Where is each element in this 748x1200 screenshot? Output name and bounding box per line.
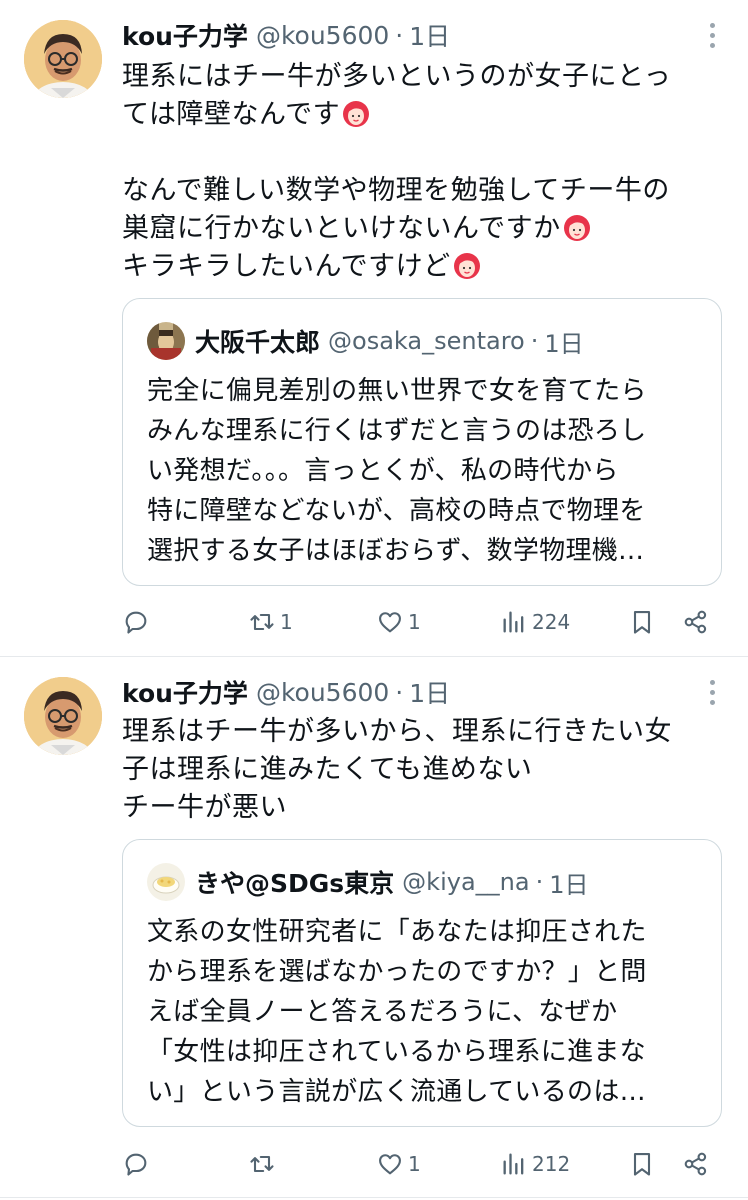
tweet-text-line: チー牛が悪い (122, 792, 287, 823)
quoted-text-line: みんな理系に行くはずだと言うのは恐ろし (147, 416, 647, 446)
more-icon[interactable] (702, 675, 722, 709)
views-button[interactable]: 212 (500, 1144, 570, 1184)
tweet-text-line: ては障壁なんです (122, 99, 341, 130)
tweet-text-line: なんで難しい数学や物理を勉強してチー牛の (122, 175, 670, 206)
bookmark-icon (633, 611, 651, 634)
quoted-text-line: 特に障壁などないが、高校の時点で物理を (147, 496, 646, 526)
quoted-tweet-header: 大阪千太郎 @osaka_sentaro · 1日 (147, 321, 584, 361)
retweet-button[interactable]: 1 (248, 602, 293, 642)
share-icon (684, 610, 707, 634)
tweet-text-line: 理系はチー牛が多いから、理系に行きたい女 (122, 716, 672, 747)
like-icon (379, 1154, 401, 1175)
retweet-button[interactable] (248, 1144, 280, 1184)
avatar[interactable] (24, 20, 102, 98)
quoted-text-line: 完全に偏見差別の無い世界で女を育てたら (147, 376, 647, 406)
tweet-header: kou子力学 @kou5600 · 1日 (122, 18, 450, 52)
tweet[interactable]: kou子力学 @kou5600 · 1日 理系にはチー牛が多いというのが女子にと… (0, 0, 748, 657)
like-button[interactable]: 1 (376, 602, 421, 642)
bookmark-icon (633, 1153, 651, 1176)
quoted-text-line: 選択する女子はほぼおらず、数学物理機… (147, 536, 645, 566)
quoted-handle: @osaka_sentaro (328, 327, 525, 355)
views-count: 224 (532, 610, 571, 634)
share-button[interactable] (682, 602, 710, 642)
quoted-text-line: 文系の女性研究者に「あなたは抑圧された (147, 917, 647, 947)
separator-dot: · (395, 677, 404, 707)
tweet-actions: 1 1 224 (0, 602, 748, 642)
views-icon (503, 611, 524, 633)
views-button[interactable]: 224 (500, 602, 570, 642)
tweet-text-line: 子は理系に進みたくても進めない (122, 754, 533, 785)
tweet-text-line-with-emoji: ては障壁なんです (122, 96, 722, 134)
tweet-text-line-with-emoji: 巣窟に行かないといけないんですか (122, 210, 722, 248)
tweet-header: kou子力学 @kou5600 · 1日 (122, 675, 450, 709)
bookmark-button[interactable] (628, 1144, 656, 1184)
avatar-image (24, 20, 102, 98)
reply-icon (125, 611, 147, 634)
timestamp[interactable]: 1日 (409, 674, 450, 710)
quoted-text-line: い」という言説が広く流通しているのは… (147, 1077, 646, 1107)
tweet-text: 理系にはチー牛が多いというのが女子にとっ ては障壁なんです なんで難しい数学や物… (122, 58, 722, 286)
avatar[interactable] (24, 677, 102, 755)
separator-dot: · (535, 868, 544, 896)
quoted-display-name: 大阪千太郎 (195, 328, 321, 357)
like-count: 1 (408, 1152, 421, 1176)
retweet-count: 1 (280, 610, 293, 634)
like-button[interactable]: 1 (376, 1144, 421, 1184)
handle[interactable]: @kou5600 (256, 678, 389, 707)
reply-button[interactable] (122, 602, 154, 642)
handle[interactable]: @kou5600 (256, 21, 389, 50)
tweet-text-line: キラキラしたいんですけど (122, 251, 451, 282)
quoted-text-line: えば全員ノーと答えるだろうに、なぜか (147, 997, 618, 1027)
tweet-text: 理系はチー牛が多いから、理系に行きたい女 子は理系に進みたくても進めない チー牛… (122, 713, 722, 827)
quoted-avatar[interactable] (147, 863, 185, 901)
like-icon (379, 612, 401, 633)
tweet-actions: 1 212 (0, 1144, 748, 1184)
woman-face-emoji-icon (343, 101, 370, 127)
tweet-text-line: 巣窟に行かないといけないんですか (122, 213, 561, 244)
tweet[interactable]: kou子力学 @kou5600 · 1日 理系はチー牛が多いから、理系に行きたい… (0, 657, 748, 1198)
quoted-display-name: きや@SDGs東京 (195, 869, 395, 898)
reply-button[interactable] (122, 1144, 154, 1184)
timestamp[interactable]: 1日 (409, 17, 450, 53)
quoted-timestamp: 1日 (544, 329, 584, 358)
separator-dot: · (395, 20, 404, 50)
retweet-icon (250, 1155, 274, 1173)
woman-face-emoji-icon (563, 215, 590, 241)
quoted-tweet[interactable]: 大阪千太郎 @osaka_sentaro · 1日 完全に偏見差別の無い世界で女… (122, 298, 722, 586)
views-count: 212 (532, 1152, 571, 1176)
quoted-avatar-image (147, 863, 185, 901)
quoted-handle: @kiya__na (402, 868, 530, 896)
quoted-text-line: から理系を選ばなかったのですか？」と問 (147, 957, 647, 987)
share-icon (684, 1152, 707, 1176)
views-icon (503, 1153, 524, 1175)
quoted-tweet-header: きや@SDGs東京 @kiya__na · 1日 (147, 862, 589, 902)
display-name[interactable]: kou子力学 (122, 17, 248, 53)
tweet-text-line: 理系にはチー牛が多いというのが女子にとっ (122, 61, 672, 92)
tweet-text-line-with-emoji: キラキラしたいんですけど (122, 248, 722, 286)
quoted-tweet[interactable]: きや@SDGs東京 @kiya__na · 1日 文系の女性研究者に「あなたは抑… (122, 839, 722, 1127)
quoted-timestamp: 1日 (549, 870, 589, 899)
quoted-tweet-text: 完全に偏見差別の無い世界で女を育てたら みんな理系に行くはずだと言うのは恐ろし … (147, 371, 701, 571)
share-button[interactable] (682, 1144, 710, 1184)
quoted-avatar-image (147, 322, 185, 360)
quoted-tweet-text: 文系の女性研究者に「あなたは抑圧された から理系を選ばなかったのですか？」と問 … (147, 912, 701, 1112)
reply-icon (125, 1153, 147, 1176)
quoted-avatar[interactable] (147, 322, 185, 360)
separator-dot: · (530, 327, 539, 355)
quoted-text-line: 「女性は抑圧されているから理系に進まな (147, 1037, 646, 1067)
quoted-text-line: い発想だ。。。言っとくが、私の時代から (147, 456, 619, 486)
woman-face-emoji-icon (453, 253, 480, 279)
tweet-text-line (122, 134, 722, 172)
like-count: 1 (408, 610, 421, 634)
avatar-image (24, 677, 102, 755)
bookmark-button[interactable] (628, 602, 656, 642)
retweet-icon (250, 613, 274, 631)
display-name[interactable]: kou子力学 (122, 674, 248, 710)
more-icon[interactable] (702, 18, 722, 52)
